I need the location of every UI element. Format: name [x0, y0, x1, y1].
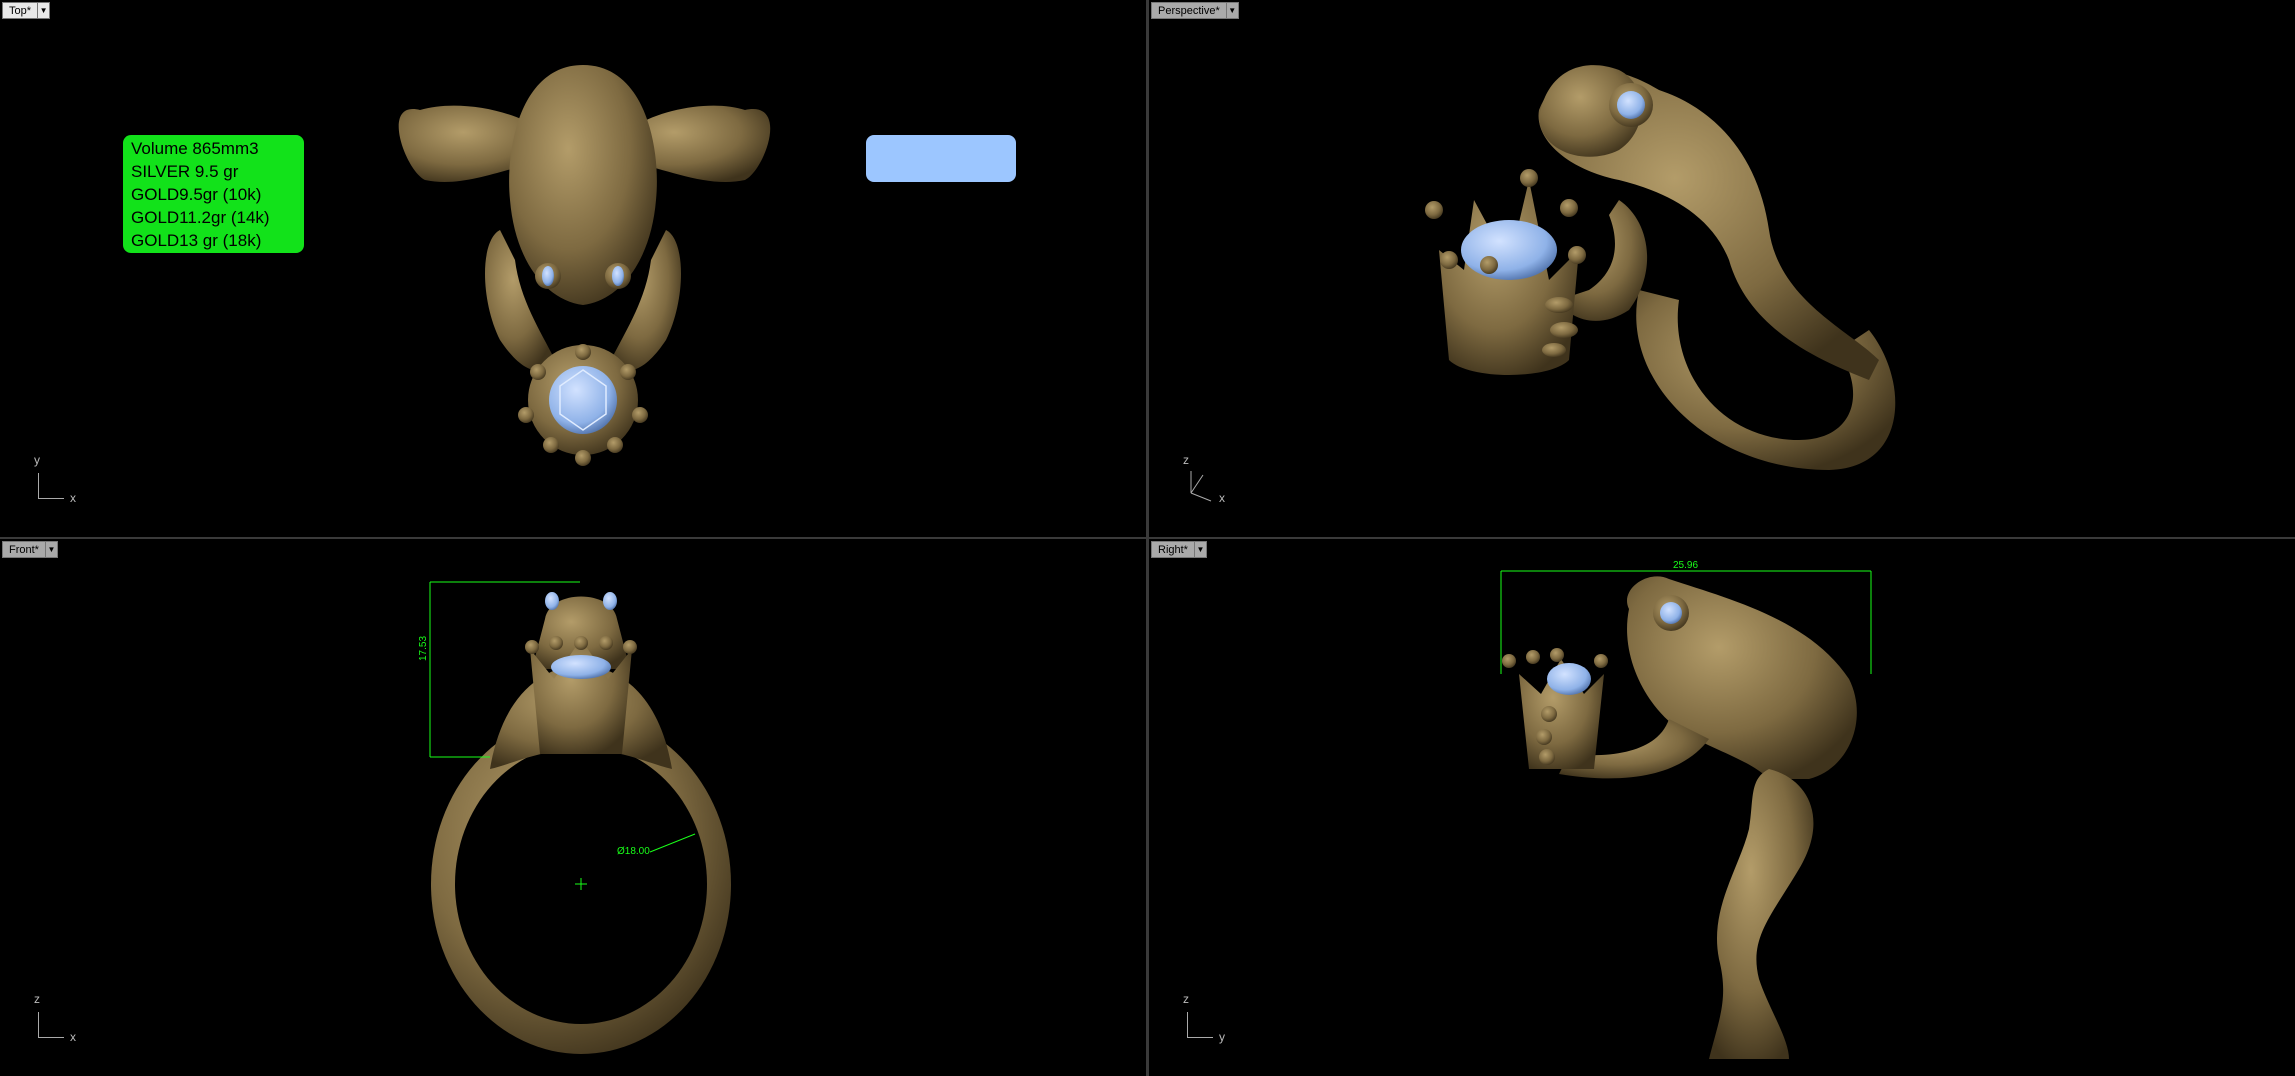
gold14k-weight-line: GOLD11.2gr (14k): [131, 208, 270, 227]
axis-label-v: z: [34, 992, 40, 1006]
chevron-down-icon[interactable]: ▼: [45, 541, 58, 558]
tab-right[interactable]: Right* ▼: [1151, 541, 1207, 558]
chevron-down-icon[interactable]: ▼: [1194, 541, 1207, 558]
gold10k-weight-line: GOLD9.5gr (10k): [131, 185, 262, 204]
right-view-model: [1500, 570, 1872, 1059]
silver-weight-line: SILVER 9.5 gr: [131, 162, 239, 181]
tab-top[interactable]: Top* ▼: [2, 2, 51, 19]
tab-top-label[interactable]: Top*: [2, 2, 39, 19]
front-view-model: [429, 581, 731, 1054]
height-dimension-label: 17.53: [418, 635, 429, 661]
perspective-view-model: [1425, 65, 1896, 470]
axis-label-h: x: [70, 1030, 76, 1044]
axis-label-h: x: [70, 491, 76, 505]
width-dimension-label: 25.96: [1673, 560, 1699, 571]
volume-weight-panel: Volume 865mm3 SILVER 9.5 gr GOLD9.5gr (1…: [123, 135, 304, 253]
axis-label-v: z: [1183, 992, 1189, 1006]
tab-front-label[interactable]: Front*: [2, 541, 46, 558]
viewport-right[interactable]: 25.96 Right* ▼ y z: [1149, 539, 2295, 1076]
stone-size-panel: D=4.3 mm (x1) D=2.0 mm (x2): [866, 135, 1016, 272]
viewport-splitter-horizontal[interactable]: [0, 537, 2295, 539]
axis-label-h: y: [1219, 1030, 1225, 1044]
axis-gizmo-front: x z: [34, 992, 84, 1044]
tab-perspective-label[interactable]: Perspective*: [1151, 2, 1227, 19]
axis-label-h: x: [1219, 491, 1225, 505]
chevron-down-icon[interactable]: ▼: [1226, 2, 1239, 19]
axis-label-v: z: [1183, 453, 1189, 467]
viewport-front[interactable]: 17.53 Ø18.00 Front* ▼ x z: [0, 539, 1146, 1076]
stone-line-1: D=4.3 mm (x1): [872, 184, 990, 203]
gold18k-weight-line: GOLD13 gr (18k): [131, 231, 262, 250]
viewport-top[interactable]: Top* ▼ Volume 865mm3 SILVER 9.5 gr GOLD9…: [0, 0, 1146, 537]
axis-label-v: y: [34, 453, 40, 467]
axis-gizmo-top: x y: [34, 453, 84, 505]
diameter-dimension-label: Ø18.00: [617, 846, 650, 857]
axis-gizmo-right: y z: [1183, 992, 1233, 1044]
chevron-down-icon[interactable]: ▼: [38, 2, 51, 19]
stone-line-2: D=2.0 mm (x2): [872, 253, 990, 272]
axis-gizmo-perspective: x z: [1183, 453, 1233, 505]
viewport-perspective[interactable]: Perspective* ▼ x z: [1149, 0, 2295, 537]
volume-line: Volume 865mm3: [131, 139, 259, 158]
tab-perspective[interactable]: Perspective* ▼: [1151, 2, 1239, 19]
tab-right-label[interactable]: Right*: [1151, 541, 1195, 558]
tab-front[interactable]: Front* ▼: [2, 541, 58, 558]
